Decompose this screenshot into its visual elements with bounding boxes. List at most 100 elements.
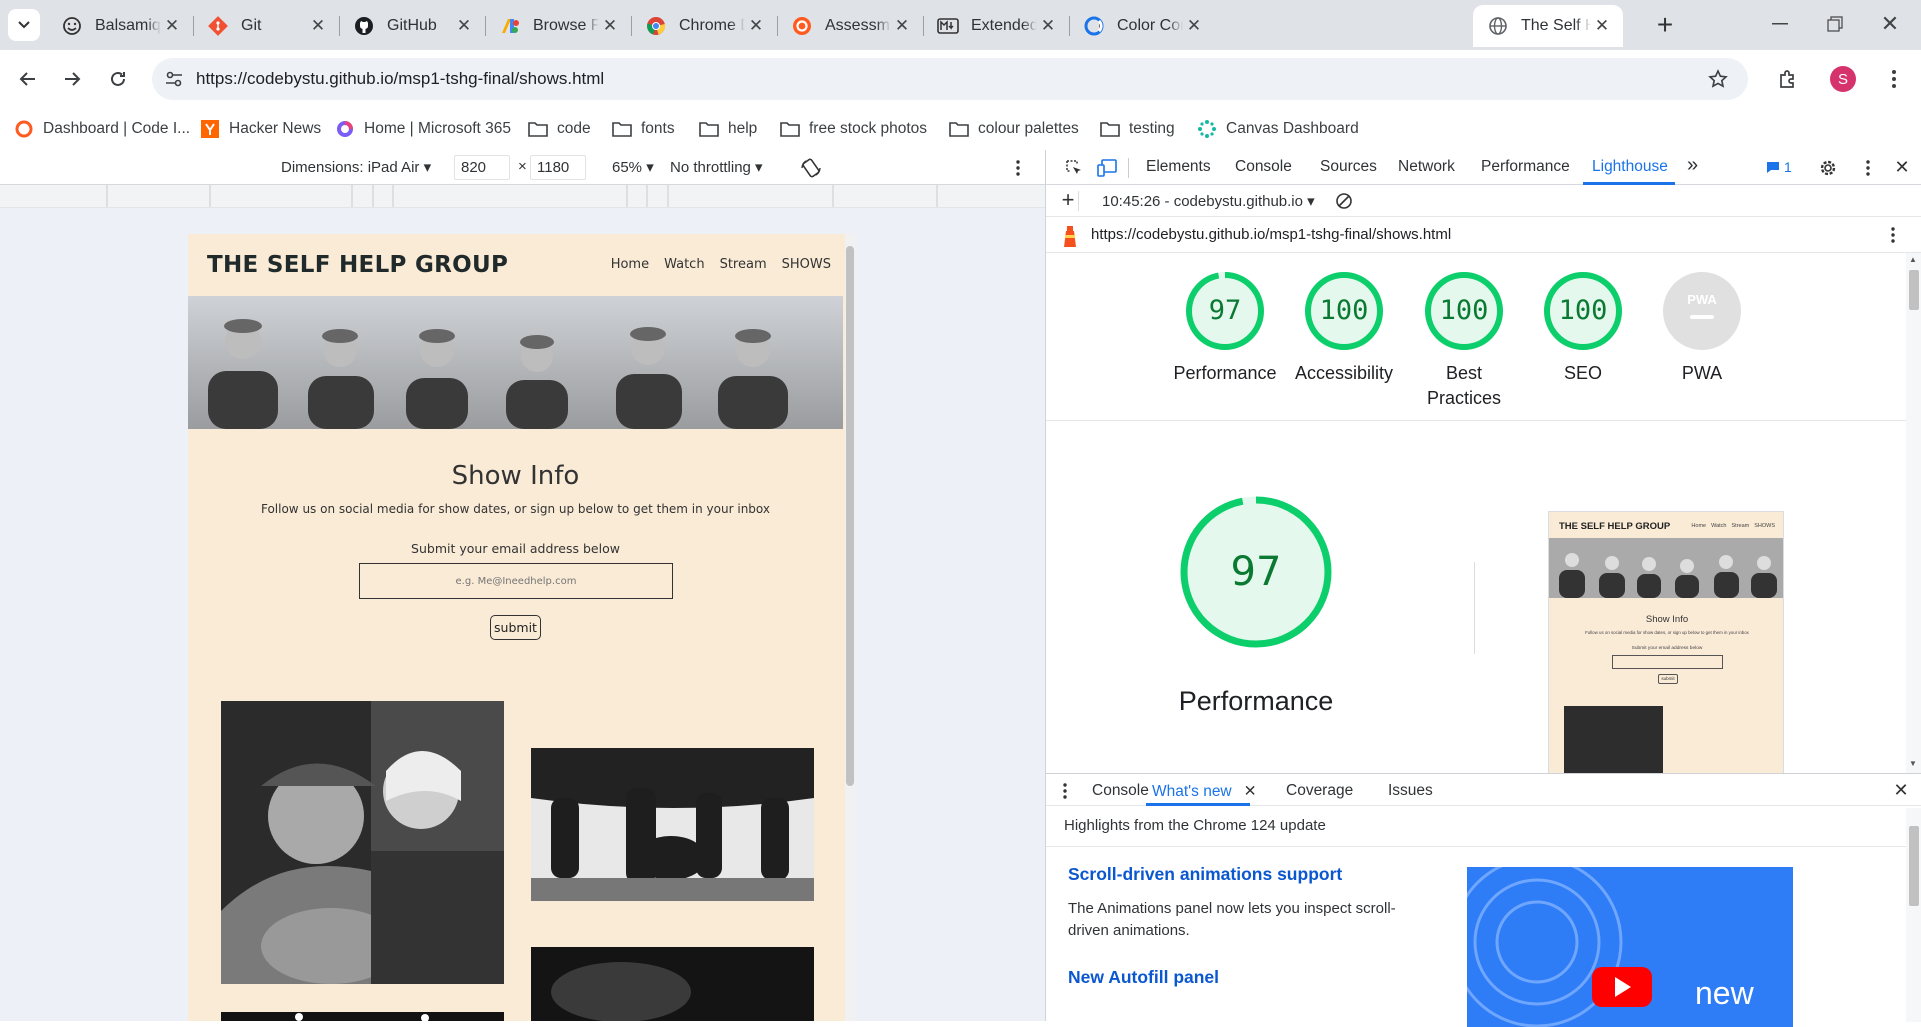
close-icon[interactable]: ✕ bbox=[307, 15, 329, 37]
address-bar[interactable]: https://codebystu.github.io/msp1-tshg-fi… bbox=[152, 58, 1748, 100]
bookmark-item[interactable]: Dashboard | Code I... bbox=[14, 116, 190, 142]
close-icon[interactable]: ✕ bbox=[161, 15, 183, 37]
device-height-input[interactable]: 1180 bbox=[530, 155, 586, 180]
emulated-page: THE SELF HELP GROUP Home Watch Stream SH… bbox=[188, 234, 855, 1021]
device-select[interactable]: Dimensions: iPad Air ▾ bbox=[281, 158, 431, 176]
browser-tab[interactable]: GitHub ✕ bbox=[339, 5, 486, 47]
inspect-element-icon[interactable] bbox=[1064, 158, 1084, 178]
whats-new-video-thumbnail[interactable]: new bbox=[1467, 867, 1793, 1027]
browser-menu-icon[interactable] bbox=[1878, 63, 1910, 95]
device-toggle-icon[interactable] bbox=[1096, 157, 1118, 179]
bookmark-item[interactable]: fonts bbox=[612, 116, 675, 142]
browser-tab[interactable]: Color Contrast ✕ bbox=[1069, 5, 1215, 47]
nav-shows[interactable]: SHOWS bbox=[782, 257, 831, 272]
url-text[interactable]: https://codebystu.github.io/msp1-tshg-fi… bbox=[196, 69, 604, 89]
bookmark-item[interactable]: Canvas Dashboard bbox=[1197, 116, 1359, 142]
drawer-tab-issues[interactable]: Issues bbox=[1388, 782, 1433, 800]
score-gauge-best-practices[interactable]: 100 Best Practices bbox=[1409, 271, 1519, 411]
profile-avatar[interactable]: S bbox=[1827, 63, 1859, 95]
zoom-select[interactable]: 65% ▾ bbox=[612, 158, 654, 176]
site-settings-icon[interactable] bbox=[162, 67, 186, 91]
back-button[interactable] bbox=[12, 63, 44, 95]
thumb-site-nav: Home Watch Stream SHOWS bbox=[1691, 523, 1775, 529]
nav-stream[interactable]: Stream bbox=[720, 257, 767, 272]
forward-button[interactable] bbox=[56, 63, 88, 95]
browser-tab[interactable]: Chrome DevT ✕ bbox=[631, 5, 778, 47]
close-drawer-icon[interactable]: ✕ bbox=[1890, 779, 1912, 801]
close-window-button[interactable]: ✕ bbox=[1870, 6, 1910, 42]
score-gauge-performance[interactable]: 97 Performance bbox=[1170, 271, 1280, 386]
nav-home[interactable]: Home bbox=[611, 257, 649, 272]
new-report-plus-icon[interactable]: + bbox=[1058, 187, 1078, 212]
bookmark-item[interactable]: help bbox=[699, 116, 757, 142]
devtools-tab-lighthouse[interactable]: Lighthouse bbox=[1592, 158, 1668, 176]
submit-button[interactable]: submit bbox=[490, 615, 541, 640]
close-icon[interactable]: ✕ bbox=[1183, 15, 1205, 37]
devtools-tab-performance[interactable]: Performance bbox=[1481, 158, 1570, 176]
device-width-input[interactable]: 820 bbox=[454, 155, 510, 180]
tab-title: GitHub bbox=[387, 17, 437, 34]
devtools-menu-icon[interactable] bbox=[1861, 158, 1875, 178]
report-url[interactable]: https://codebystu.github.io/msp1-tshg-fi… bbox=[1091, 226, 1451, 243]
clear-report-icon[interactable] bbox=[1334, 191, 1354, 211]
bookmark-item[interactable]: colour palettes bbox=[949, 116, 1079, 142]
drawer-tab-console[interactable]: Console bbox=[1092, 782, 1149, 800]
media-query-ruler[interactable] bbox=[0, 185, 1045, 208]
bookmarks-bar: Dashboard | Code I... Hacker News Home |… bbox=[0, 108, 1921, 150]
bookmark-star-icon[interactable] bbox=[1706, 67, 1730, 91]
drawer-tab-coverage[interactable]: Coverage bbox=[1286, 782, 1353, 800]
score-gauge-accessibility[interactable]: 100 Accessibility bbox=[1289, 271, 1399, 386]
close-devtools-icon[interactable]: ✕ bbox=[1891, 156, 1913, 178]
close-icon[interactable]: ✕ bbox=[745, 15, 767, 37]
rotate-icon[interactable] bbox=[799, 156, 823, 180]
issues-counter[interactable]: 1 bbox=[1766, 159, 1792, 175]
throttling-select[interactable]: No throttling ▾ bbox=[670, 158, 763, 176]
more-tabs-icon[interactable]: » bbox=[1687, 154, 1698, 177]
email-input[interactable] bbox=[359, 563, 673, 599]
close-icon[interactable]: ✕ bbox=[891, 15, 913, 37]
devtools-tab-elements[interactable]: Elements bbox=[1146, 158, 1211, 176]
score-gauge-seo[interactable]: 100 SEO bbox=[1528, 271, 1638, 386]
devtools-tab-console[interactable]: Console bbox=[1235, 158, 1292, 176]
tab-search-button[interactable] bbox=[8, 9, 40, 41]
extensions-puzzle-icon[interactable] bbox=[1772, 63, 1804, 95]
bookmark-item[interactable]: Hacker News bbox=[200, 116, 321, 142]
score-gauge-pwa[interactable]: PWA PWA bbox=[1647, 271, 1757, 386]
nav-watch[interactable]: Watch bbox=[664, 257, 704, 272]
device-more-icon[interactable] bbox=[1010, 158, 1026, 178]
browser-tab[interactable]: Extended Syn ✕ bbox=[923, 5, 1070, 47]
bookmark-item[interactable]: code bbox=[528, 116, 591, 142]
close-icon[interactable]: ✕ bbox=[1037, 15, 1059, 37]
report-scrollbar[interactable]: ▲ ▼ bbox=[1906, 253, 1921, 773]
page-scrollbar[interactable] bbox=[845, 234, 855, 1021]
minimize-button[interactable] bbox=[1760, 6, 1800, 42]
close-icon[interactable]: ✕ bbox=[1591, 15, 1613, 37]
message-icon bbox=[1767, 161, 1779, 173]
devtools-tab-sources[interactable]: Sources bbox=[1320, 158, 1377, 176]
browser-tab[interactable]: Assessment C ✕ bbox=[777, 5, 924, 47]
drawer-scrollbar[interactable] bbox=[1906, 808, 1921, 1022]
restore-button[interactable] bbox=[1815, 6, 1855, 42]
report-menu-icon[interactable] bbox=[1886, 225, 1900, 245]
devtools-tab-network[interactable]: Network bbox=[1398, 158, 1455, 176]
news-title-autofill[interactable]: New Autofill panel bbox=[1068, 967, 1219, 988]
reload-button[interactable] bbox=[102, 63, 134, 95]
browser-tab[interactable]: Balsamiq: Fas ✕ bbox=[47, 5, 194, 47]
close-icon[interactable]: ✕ bbox=[453, 15, 475, 37]
bookmark-item[interactable]: testing bbox=[1100, 116, 1175, 142]
new-tab-button[interactable]: + bbox=[1650, 9, 1680, 40]
report-selector[interactable]: 10:45:26 - codebystu.github.io ▾ bbox=[1102, 192, 1315, 210]
drawer-menu-icon[interactable] bbox=[1060, 781, 1070, 801]
bookmark-item[interactable]: free stock photos bbox=[780, 116, 927, 142]
site-title[interactable]: THE SELF HELP GROUP bbox=[207, 252, 508, 278]
browser-tab-active[interactable]: The Self Help ✕ bbox=[1473, 5, 1623, 47]
bookmark-item[interactable]: Home | Microsoft 365 bbox=[335, 116, 511, 142]
browser-tab[interactable]: Browse Fonts ✕ bbox=[485, 5, 632, 47]
settings-gear-icon[interactable] bbox=[1818, 158, 1838, 178]
news-title-scroll-driven[interactable]: Scroll-driven animations support bbox=[1068, 864, 1342, 885]
browser-tab[interactable]: Git ✕ bbox=[193, 5, 340, 47]
folder-icon bbox=[612, 119, 632, 139]
close-icon[interactable]: ✕ bbox=[599, 15, 621, 37]
close-tab-icon[interactable]: ✕ bbox=[1244, 783, 1257, 800]
drawer-tab-whats-new[interactable]: What's new ✕ bbox=[1152, 782, 1257, 801]
